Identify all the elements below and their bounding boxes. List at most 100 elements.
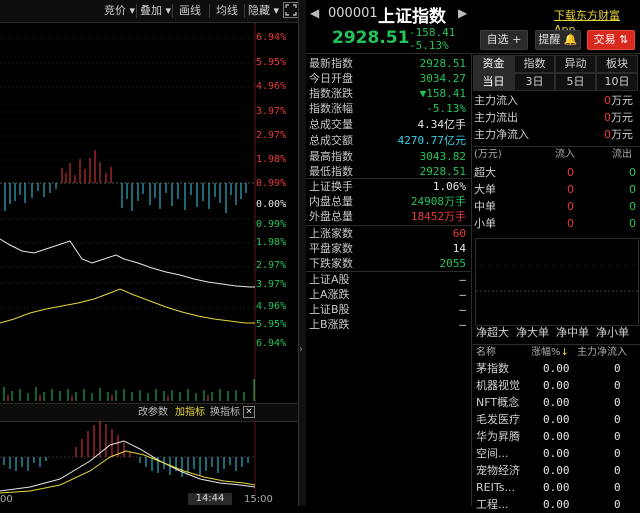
row-out: 0 [629,200,636,213]
quote-row: 今日开盘 3034.27 [306,71,470,86]
pct-label: 6.94% [256,338,287,349]
quote-label: 今日开盘 [309,72,353,85]
ma-button[interactable]: 均线 [216,3,238,19]
tab-10day[interactable]: 10日 [596,73,638,91]
tab-3day[interactable]: 3日 [514,73,555,91]
pct-label: 5.95% [256,319,287,330]
pct-label: 1.98% [256,237,287,248]
bid-button[interactable]: 竞价 ▾ [104,3,135,19]
quote-label: 最高指数 [309,150,353,163]
tab-sector[interactable]: 板块 [596,55,638,73]
pct-label: 4.96% [256,301,287,312]
quote-value: 3043.82 [419,150,466,163]
sector-row[interactable]: 工程... 0.00 0 [473,496,633,513]
fullscreen-icon[interactable] [283,2,299,18]
sector-row[interactable]: 空间... 0.00 0 [473,445,633,462]
sector-net: 0 [614,379,621,392]
plus-icon: + [512,33,522,46]
net-flow-labels: 净超大 净大单 净中单 净小单 [473,325,640,341]
chevron-right-icon[interactable]: › [299,344,303,355]
draw-line-button[interactable]: 画线 [179,3,201,19]
tab-index[interactable]: 指数 [514,55,555,73]
main-inflow-row: 主力流入 0 万元 [473,93,633,109]
sector-row[interactable]: 华为昇腾 0.00 0 [473,428,633,445]
prev-stock-icon[interactable]: ◀ [310,6,319,20]
alert-button[interactable]: 提醒 🔔 [535,30,581,50]
quote-value: — [459,303,466,316]
time-label: 15:00 [244,494,273,505]
sector-row[interactable]: 宠物经济 0.00 0 [473,462,633,479]
row-in: 0 [567,217,574,230]
change-params-button[interactable]: 改参数 [138,405,168,421]
tab-5day[interactable]: 5日 [555,73,596,91]
sector-name: 华为昇腾 [476,430,520,443]
watchlist-label: 自选 [486,33,509,46]
sector-pct: 0.00 [543,396,570,409]
pct-label: 3.97% [256,106,287,117]
sector-row[interactable]: 茅指数 0.00 0 [473,360,633,377]
pct-axis: 6.94% 5.95% 4.96% 3.97% 2.97% 1.98% 0.99… [256,23,300,349]
add-indicator-button[interactable]: 加指标 [175,405,205,421]
tab-fund[interactable]: 资金 [473,55,514,73]
sector-pct: 0.00 [543,413,570,426]
time-axis: 00 14:44 15:00 [0,493,300,506]
quote-label: 上证A股 [309,273,350,286]
row-out: 0 [629,183,636,196]
tab-today[interactable]: 当日 [473,73,514,91]
col-header-pct[interactable]: 涨幅%↓ [531,345,569,361]
sector-name: 茅指数 [476,362,509,375]
overlay-button[interactable]: 叠加 ▾ [140,3,171,19]
bar-label: 净小单 [596,326,629,339]
hide-label: 隐藏 [248,4,270,17]
quote-row: 最新指数 2928.51 [306,56,470,71]
sector-row[interactable]: 毛发医疗 0.00 0 [473,411,633,428]
main-outflow-row: 主力流出 0 万元 [473,110,633,126]
sector-net: 0 [614,430,621,443]
bar-label: 净中单 [556,326,589,339]
fund-flow-panel: 资金 指数 异动 板块 当日 3日 5日 10日 主力流入 0 万元 主力流出 0 万元… [473,54,640,511]
bell-icon: 🔔 [563,33,578,46]
quote-value: 24908万手 [410,195,466,208]
trade-button[interactable]: 交易 ⇅ [587,30,635,50]
swap-icon: ⇅ [619,33,629,46]
pct-label: 2.97% [256,260,287,271]
quote-row: 上A涨跌 — [306,287,470,302]
sector-net: 0 [614,481,621,494]
quote-label: 指数涨幅 [309,102,353,115]
quote-label: 总成交量 [309,118,353,131]
sector-row[interactable]: NFT概念 0.00 0 [473,394,633,411]
quote-row: 上证换手 1.06% [306,179,470,194]
col-header[interactable]: 主力净流入 [577,345,627,361]
pct-label: 4.96% [256,81,287,92]
col-header: 流入 [555,149,575,160]
bar-label: 净超大 [476,326,509,339]
quote-label: 上证B股 [309,303,350,316]
switch-indicator-button[interactable]: 换指标 [210,405,240,421]
quote-label: 平盘家数 [309,242,353,255]
hide-button[interactable]: 隐藏 ▾ [248,3,279,19]
divider [136,4,137,18]
sector-row[interactable]: REITs... 0.00 0 [473,479,633,496]
tab-movement[interactable]: 异动 [555,55,596,73]
row-label: 超大 [474,166,496,179]
row-out: 0 [629,166,636,179]
sector-name: 宠物经济 [476,464,520,477]
sector-net: 0 [614,413,621,426]
pct-label: 2.97% [256,130,287,141]
sector-pct: 0.00 [543,464,570,477]
time-label: 14:44 [188,493,232,505]
sector-row[interactable]: 机器视觉 0.00 0 [473,377,633,394]
pct-label: 1.98% [256,154,287,165]
watchlist-button[interactable]: 自选 + [480,30,528,50]
col-header[interactable]: 名称 [476,345,496,361]
quote-panel: ◀ 000001 上证指数 ▶ 下载东方财富App 2928.51 -158.4… [306,0,640,511]
quote-row: 指数涨幅 -5.13% [306,101,470,116]
next-stock-icon[interactable]: ▶ [458,6,467,20]
row-label: 大单 [474,183,496,196]
quote-value: 2928.51 [419,165,466,178]
flow-table-row: 中单 0 0 [473,199,636,215]
divider [471,54,472,506]
close-icon[interactable]: ✕ [243,406,255,418]
quote-value: ▼158.41 [419,87,466,100]
col-header-label: 涨幅% [531,347,561,358]
